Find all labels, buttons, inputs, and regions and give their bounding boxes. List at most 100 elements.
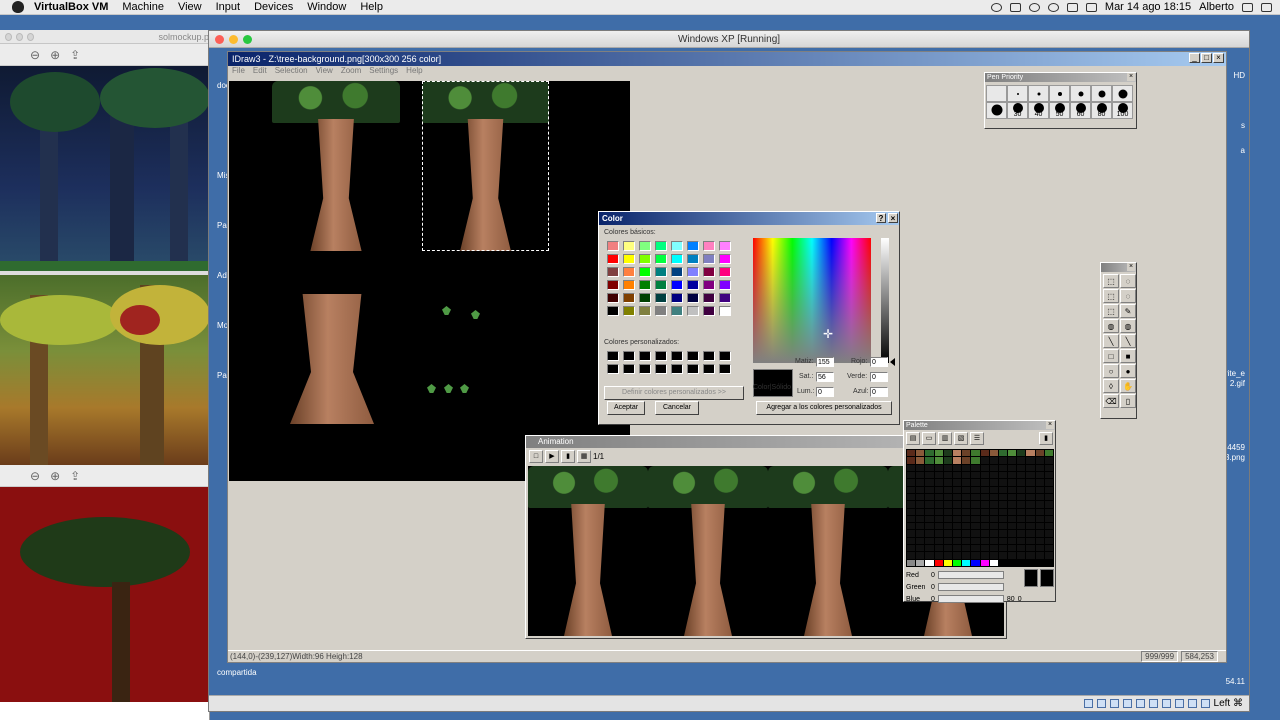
palette-cell[interactable]	[971, 552, 980, 559]
palette-cell[interactable]	[998, 501, 1008, 508]
rect-select-tool-icon[interactable]: ⬚	[1103, 274, 1119, 288]
move-tool-icon[interactable]: ⬚	[1103, 289, 1119, 303]
palette-cell[interactable]	[952, 523, 962, 530]
pen-tool-icon[interactable]: ╲	[1103, 334, 1119, 348]
palette-cell[interactable]	[1017, 515, 1026, 523]
palette-cell[interactable]	[916, 479, 925, 486]
palette-cell[interactable]	[907, 552, 916, 559]
palette-cell[interactable]	[989, 508, 998, 515]
palette-cell[interactable]	[1017, 530, 1026, 537]
basic-color-swatch[interactable]	[671, 293, 683, 303]
basic-color-swatch[interactable]	[671, 254, 683, 264]
palette-cell[interactable]	[1035, 464, 1044, 471]
menu-edit[interactable]: Edit	[253, 66, 267, 77]
play-icon[interactable]: ▶	[545, 449, 559, 463]
palette-cell[interactable]	[925, 537, 934, 545]
palette-cell[interactable]	[1008, 559, 1017, 566]
custom-color-swatch[interactable]	[639, 364, 651, 374]
custom-color-swatch[interactable]	[703, 364, 715, 374]
palette-cell[interactable]	[925, 471, 934, 479]
palette-cell[interactable]	[971, 450, 980, 457]
palette-cell[interactable]	[998, 523, 1008, 530]
palette-cell[interactable]	[943, 537, 952, 545]
palette-cell[interactable]	[980, 501, 989, 508]
palette-cell[interactable]	[1008, 530, 1017, 537]
palette-cell[interactable]	[952, 545, 962, 552]
record-icon[interactable]	[990, 2, 1002, 12]
basic-color-swatch[interactable]	[671, 280, 683, 290]
shared-folder-label[interactable]: compartida	[217, 668, 257, 677]
palette-cell[interactable]	[989, 552, 998, 559]
basic-color-swatch[interactable]	[655, 267, 667, 277]
palette-cell[interactable]	[989, 523, 998, 530]
palette-cell[interactable]	[934, 450, 943, 457]
palette-cell[interactable]	[962, 464, 971, 471]
palette-cell[interactable]	[1008, 515, 1017, 523]
clock[interactable]: Mar 14 ago 18:15	[1105, 1, 1191, 13]
spray-tool-icon[interactable]: ◍	[1120, 319, 1136, 333]
palette-cell[interactable]	[971, 501, 980, 508]
palette-cell[interactable]	[925, 501, 934, 508]
palette-cell[interactable]	[971, 545, 980, 552]
pen-size-option[interactable]	[1112, 85, 1133, 102]
palette-cell[interactable]	[962, 545, 971, 552]
palette-cell[interactable]	[907, 515, 916, 523]
blue-field[interactable]: 0	[870, 387, 888, 397]
custom-color-swatch[interactable]	[687, 351, 699, 361]
palette-cell[interactable]	[1008, 450, 1017, 457]
palette-cell[interactable]	[989, 493, 998, 501]
drawing-canvas[interactable]	[229, 81, 630, 481]
custom-color-swatch[interactable]	[719, 364, 731, 374]
palette-cell[interactable]	[934, 501, 943, 508]
palette-cell[interactable]	[952, 508, 962, 515]
palette-cell[interactable]	[952, 471, 962, 479]
palette-save-icon[interactable]: ▭	[922, 432, 936, 445]
close-icon[interactable]: ×	[888, 213, 898, 223]
palette-cell[interactable]	[934, 515, 943, 523]
palette-cell[interactable]	[934, 464, 943, 471]
palette-cell[interactable]	[989, 559, 998, 566]
palette-cell[interactable]	[962, 559, 971, 566]
green-field[interactable]: 0	[870, 372, 888, 382]
palette-cell[interactable]	[1026, 537, 1035, 545]
palette-cell[interactable]	[1035, 530, 1044, 537]
basic-color-swatch[interactable]	[719, 254, 731, 264]
palette-cell[interactable]	[1026, 523, 1035, 530]
palette-cell[interactable]	[1026, 559, 1035, 566]
pause-icon[interactable]: ▮	[561, 449, 575, 463]
basic-color-swatch[interactable]	[671, 306, 683, 316]
palette-cell[interactable]	[1026, 479, 1035, 486]
palette-cell[interactable]	[934, 457, 943, 464]
menu-app[interactable]: VirtualBox VM	[34, 1, 108, 13]
hdd-icon[interactable]	[1083, 699, 1093, 708]
palette-cell[interactable]	[1017, 471, 1026, 479]
palette-cell[interactable]	[925, 493, 934, 501]
palette-cell[interactable]	[962, 486, 971, 493]
palette-cell[interactable]	[925, 479, 934, 486]
palette-cell[interactable]	[925, 523, 934, 530]
palette-cell[interactable]	[907, 457, 916, 464]
palette-cell[interactable]	[943, 552, 952, 559]
sat-field[interactable]: 56	[816, 372, 834, 382]
eraser-tool-icon[interactable]: ⌫	[1103, 394, 1119, 408]
volume-icon[interactable]	[1085, 2, 1097, 12]
minimize-dot-icon[interactable]	[16, 32, 24, 41]
palette-cell[interactable]	[907, 486, 916, 493]
palette-cell[interactable]	[934, 530, 943, 537]
palette-cell[interactable]	[971, 471, 980, 479]
palette-cell[interactable]	[1035, 471, 1044, 479]
palette-cell[interactable]	[1026, 464, 1035, 471]
palette-cell[interactable]	[1017, 501, 1026, 508]
palette-cell[interactable]	[934, 545, 943, 552]
hand-tool-icon[interactable]: ✋	[1120, 379, 1136, 393]
palette-cell[interactable]	[907, 537, 916, 545]
palette-grid[interactable]	[906, 449, 1054, 567]
palette-cell[interactable]	[989, 486, 998, 493]
menu-list-icon[interactable]	[1261, 2, 1272, 12]
zoom-out-icon[interactable]: ⊖	[30, 48, 40, 62]
palette-menu-icon[interactable]: ▮	[1039, 432, 1053, 445]
palette-cell[interactable]	[934, 523, 943, 530]
custom-color-swatch[interactable]	[655, 351, 667, 361]
maximize-button[interactable]: □	[1201, 53, 1212, 63]
fill-tool-icon[interactable]: ◍	[1103, 319, 1119, 333]
